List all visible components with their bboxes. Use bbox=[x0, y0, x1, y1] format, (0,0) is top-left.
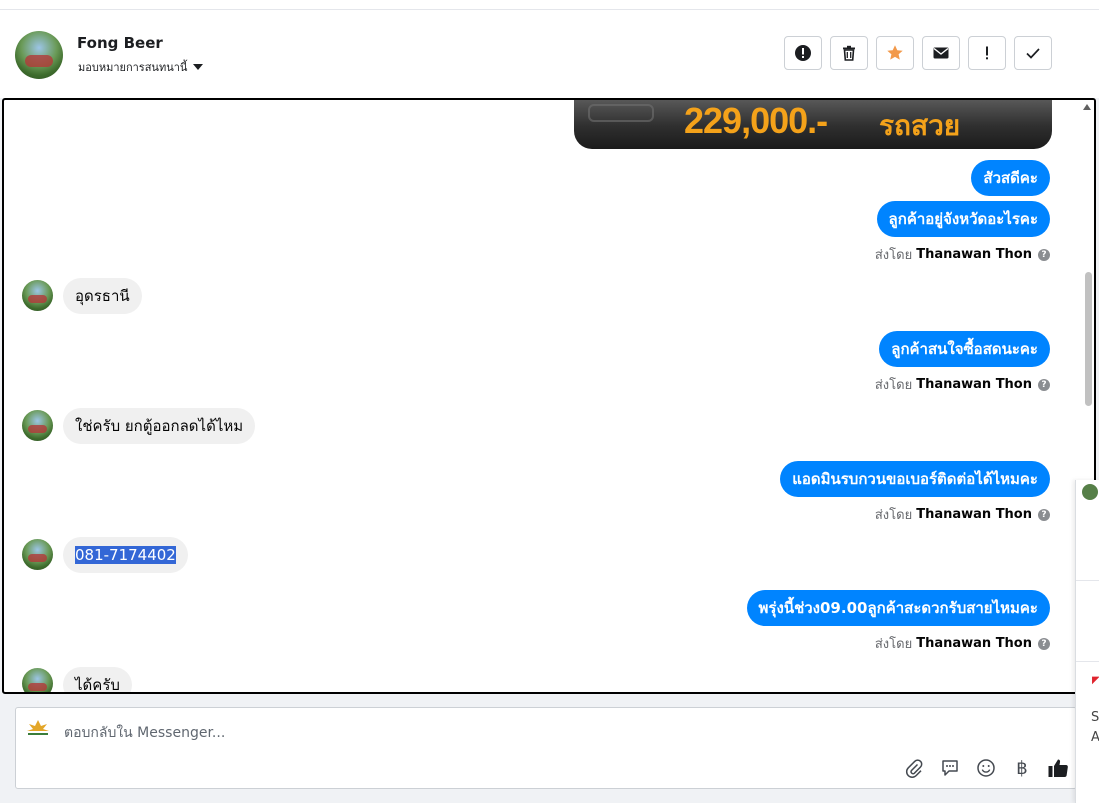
help-icon[interactable]: ? bbox=[1038, 378, 1050, 391]
banner-decoration bbox=[588, 104, 654, 122]
outgoing-message[interactable]: พรุ่งนี้ช่วง09.00ลูกค้าสะดวกรับสายไหมคะ bbox=[746, 590, 1050, 626]
speech-bubble-icon[interactable] bbox=[938, 756, 962, 780]
outgoing-message[interactable]: ลูกค้าอยู่จังหวัดอะไรคะ bbox=[876, 201, 1050, 237]
composer-toolbar: ฿ bbox=[902, 756, 1070, 780]
side-panel-text: S bbox=[1091, 710, 1099, 725]
contact-avatar-small[interactable] bbox=[22, 668, 53, 692]
contact-avatar[interactable] bbox=[15, 31, 63, 79]
sent-by-prefix: ส่งโดย bbox=[874, 378, 913, 393]
exclamation-icon bbox=[986, 46, 988, 60]
top-strip bbox=[0, 0, 1099, 10]
sent-by-name: Thanawan Thon bbox=[916, 636, 1032, 651]
mark-unread-button[interactable] bbox=[922, 36, 960, 70]
star-button[interactable] bbox=[876, 36, 914, 70]
sent-by-label: ส่งโดย Thanawan Thon? bbox=[875, 374, 1050, 395]
scroll-up-arrow-icon[interactable] bbox=[1083, 104, 1091, 110]
done-button[interactable] bbox=[1014, 36, 1052, 70]
conversation-header: Fong Beer มอบหมายการสนทนานี้ bbox=[0, 10, 1099, 98]
banner-price: 229,000.- bbox=[684, 100, 828, 141]
shared-image-banner[interactable]: 229,000.- รถสวย bbox=[574, 100, 1052, 149]
spam-button[interactable] bbox=[784, 36, 822, 70]
incoming-message[interactable]: ใช่ครับ ยกตู้ออกลดได้ไหม bbox=[63, 408, 256, 444]
incoming-message[interactable]: 081-7174402 bbox=[63, 537, 188, 573]
side-panel-avatar[interactable] bbox=[1082, 484, 1098, 500]
paperclip-icon[interactable] bbox=[902, 756, 926, 780]
sent-by-prefix: ส่งโดย bbox=[874, 508, 913, 523]
incoming-message[interactable]: ได้ครับ bbox=[63, 667, 132, 692]
side-panel-badge-icon: ◤ bbox=[1092, 675, 1099, 686]
contact-avatar-small[interactable] bbox=[22, 280, 53, 311]
follow-up-button[interactable] bbox=[968, 36, 1006, 70]
contact-name[interactable]: Fong Beer bbox=[77, 34, 163, 52]
sent-by-prefix: ส่งโดย bbox=[874, 248, 913, 263]
reply-composer[interactable]: ตอบกลับใน Messenger... ฿ bbox=[15, 707, 1077, 789]
caret-down-icon bbox=[193, 64, 204, 70]
side-panel-divider bbox=[1076, 580, 1099, 662]
outgoing-message[interactable]: สัวสดีคะ bbox=[971, 160, 1050, 196]
scrollbar-thumb[interactable] bbox=[1085, 272, 1092, 406]
contact-avatar-small[interactable] bbox=[22, 539, 53, 570]
assign-label: มอบหมายการสนทนานี้ bbox=[78, 61, 188, 74]
sent-by-name: Thanawan Thon bbox=[916, 377, 1032, 392]
message-thread[interactable]: 229,000.- รถสวย สัวสดีคะ ลูกค้าอยู่จังหว… bbox=[2, 98, 1096, 694]
outgoing-message[interactable]: ลูกค้าสนใจซื้อสดนะคะ bbox=[879, 331, 1050, 367]
sent-by-label: ส่งโดย Thanawan Thon? bbox=[875, 504, 1050, 525]
sent-by-prefix: ส่งโดย bbox=[874, 637, 913, 652]
trash-icon bbox=[843, 45, 855, 61]
side-panel-text: A bbox=[1091, 730, 1099, 745]
contact-avatar-small[interactable] bbox=[22, 410, 53, 441]
exclamation-circle-icon bbox=[795, 45, 811, 61]
incoming-message[interactable]: อุดรธานี bbox=[63, 278, 142, 314]
header-action-buttons bbox=[784, 36, 1052, 70]
sent-by-label: ส่งโดย Thanawan Thon? bbox=[875, 244, 1050, 265]
help-icon[interactable]: ? bbox=[1038, 637, 1050, 650]
page-logo-icon bbox=[27, 720, 49, 735]
thumbs-up-icon[interactable] bbox=[1046, 756, 1070, 780]
banner-tag: รถสวย bbox=[879, 110, 961, 141]
selected-phone-number[interactable]: 081-7174402 bbox=[75, 546, 176, 564]
delete-button[interactable] bbox=[830, 36, 868, 70]
baht-icon[interactable]: ฿ bbox=[1010, 756, 1034, 780]
check-icon bbox=[1026, 48, 1040, 59]
sent-by-label: ส่งโดย Thanawan Thon? bbox=[875, 633, 1050, 654]
help-icon[interactable]: ? bbox=[1038, 508, 1050, 521]
sent-by-name: Thanawan Thon bbox=[916, 507, 1032, 522]
envelope-icon bbox=[933, 47, 949, 59]
side-panel-edge[interactable]: ◤ S A bbox=[1075, 480, 1099, 803]
star-icon bbox=[887, 45, 903, 60]
smiley-icon[interactable] bbox=[974, 756, 998, 780]
assign-conversation-dropdown[interactable]: มอบหมายการสนทนานี้ bbox=[78, 58, 204, 76]
sent-by-name: Thanawan Thon bbox=[916, 247, 1032, 262]
outgoing-message[interactable]: แอดมินรบกวนขอเบอร์ติดต่อได้ไหมคะ bbox=[780, 461, 1050, 497]
reply-input[interactable]: ตอบกลับใน Messenger... bbox=[64, 722, 225, 744]
help-icon[interactable]: ? bbox=[1038, 248, 1050, 261]
